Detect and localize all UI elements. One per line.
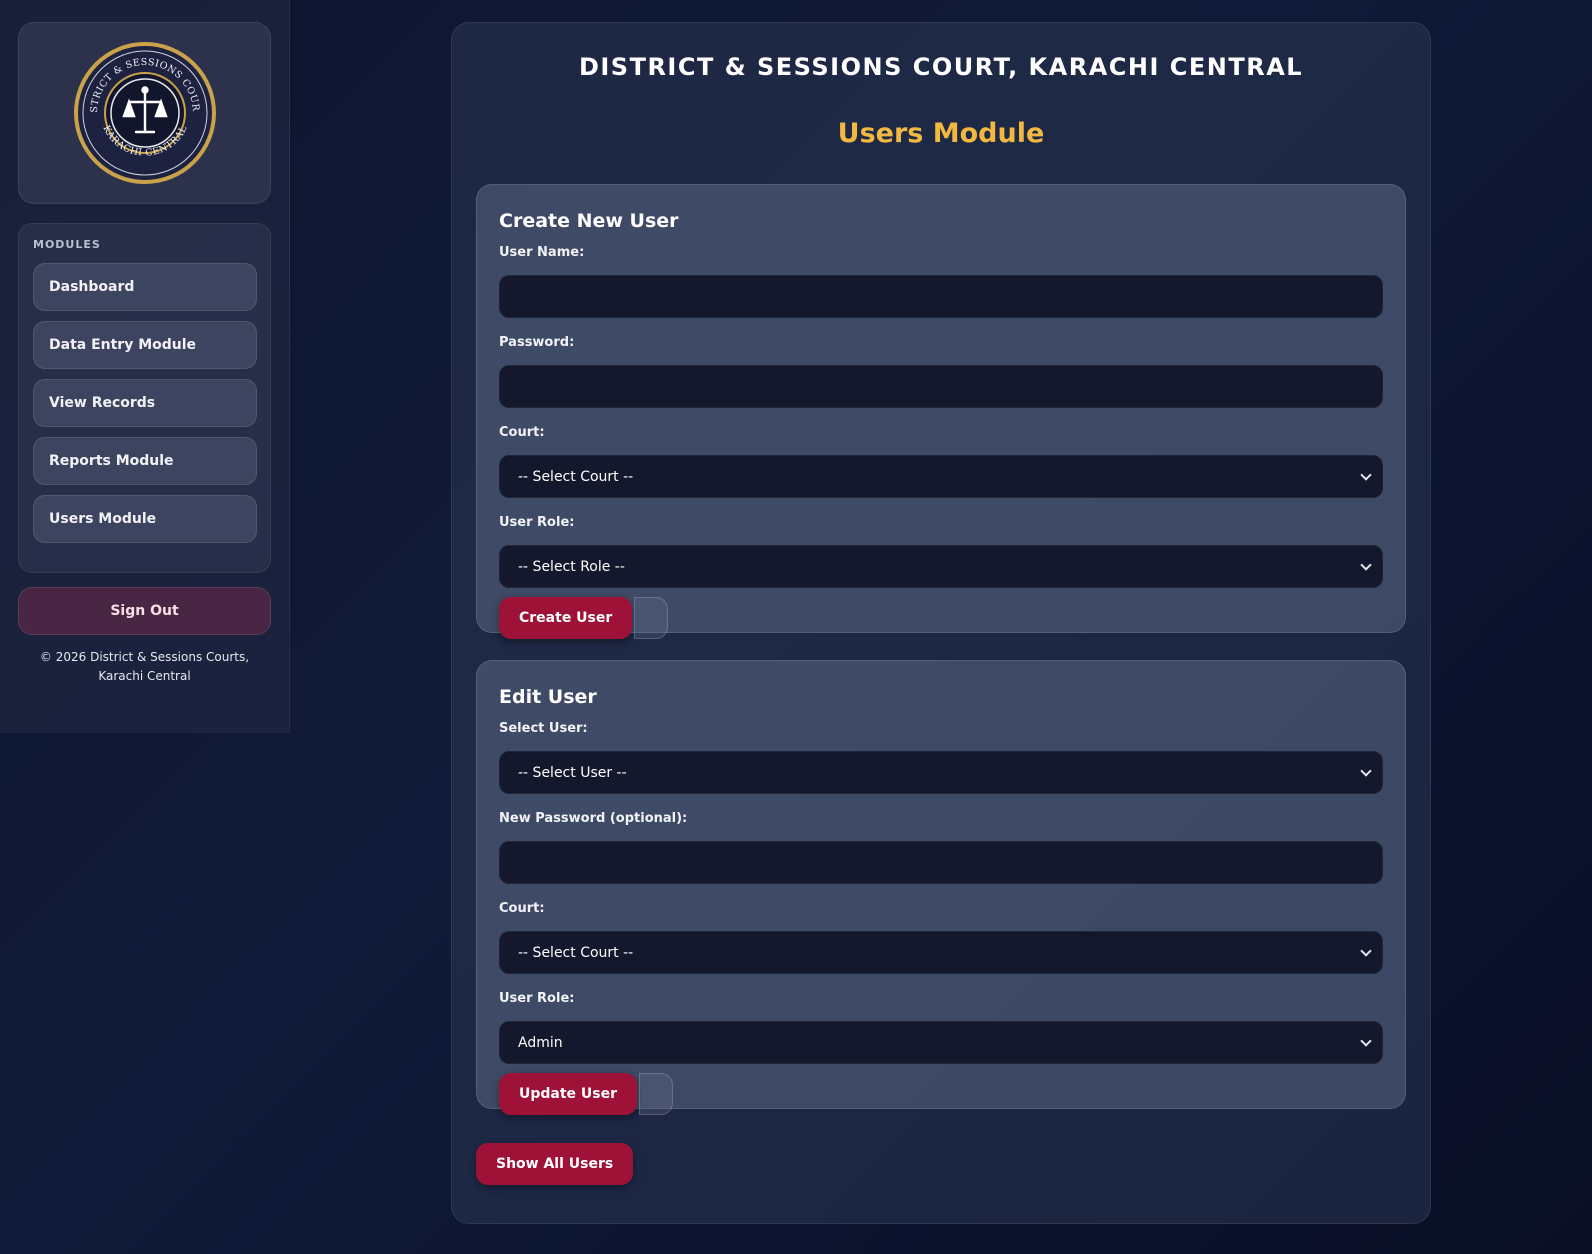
select-user-select[interactable]: -- Select User -- [499, 751, 1383, 794]
create-user-secondary-button[interactable] [634, 597, 669, 639]
modules-nav: MODULES Dashboard Data Entry Module View… [18, 223, 271, 573]
create-user-button[interactable]: Create User [499, 597, 633, 639]
edit-court-label: Court: [499, 901, 545, 916]
edit-court-select[interactable]: -- Select Court -- [499, 931, 1383, 974]
court-select[interactable]: -- Select Court -- [499, 455, 1383, 498]
password-input[interactable] [499, 365, 1383, 408]
court-label: Court: [499, 425, 545, 440]
sidebar-item-data-entry[interactable]: Data Entry Module [33, 321, 257, 369]
select-user-label: Select User: [499, 721, 588, 736]
copyright-text: © 2026 District & Sessions Courts, Karac… [39, 650, 250, 683]
chevron-down-icon [1360, 1035, 1372, 1047]
chevron-down-icon [1360, 945, 1372, 957]
create-user-heading: Create New User [499, 210, 679, 232]
chevron-down-icon [1360, 469, 1372, 481]
sidebar-item-view-records[interactable]: View Records [33, 379, 257, 427]
password-label: Password: [499, 335, 575, 350]
role-select[interactable]: -- Select Role -- [499, 545, 1383, 588]
sidebar-item-users[interactable]: Users Module [33, 495, 257, 543]
court-title: DISTRICT & SESSIONS COURT, KARACHI CENTR… [578, 53, 1304, 81]
main-content: DISTRICT & SESSIONS COURT, KARACHI CENTR… [451, 22, 1431, 1224]
edit-court-select-value: -- Select Court -- [518, 945, 634, 961]
show-all-users-button[interactable]: Show All Users [476, 1143, 634, 1185]
sign-out-button[interactable]: Sign Out [18, 587, 271, 635]
sidebar-item-reports[interactable]: Reports Module [33, 437, 257, 485]
select-user-value: -- Select User -- [518, 765, 627, 781]
edit-user-heading: Edit User [499, 686, 597, 708]
role-select-value: -- Select Role -- [518, 559, 625, 575]
new-password-input[interactable] [499, 841, 1383, 884]
modules-heading: MODULES [33, 238, 101, 251]
sidebar-item-dashboard[interactable]: Dashboard [33, 263, 257, 311]
update-user-secondary-button[interactable] [639, 1073, 674, 1115]
username-input[interactable] [499, 275, 1383, 318]
court-seal-logo: DISTRICT & SESSIONS COURTS KARACHI CENTR… [73, 42, 216, 184]
create-user-panel: Create New User User Name: Password: Cou… [476, 184, 1406, 639]
logo-card: DISTRICT & SESSIONS COURTS KARACHI CENTR… [18, 22, 271, 204]
chevron-down-icon [1360, 765, 1372, 777]
username-label: User Name: [499, 245, 585, 260]
edit-role-select-value: Admin [518, 1035, 563, 1051]
chevron-down-icon [1360, 559, 1372, 571]
new-password-label: New Password (optional): [499, 811, 688, 826]
sidebar: DISTRICT & SESSIONS COURTS KARACHI CENTR… [0, 0, 290, 733]
edit-role-select[interactable]: Admin [499, 1021, 1383, 1064]
role-label: User Role: [499, 515, 575, 530]
page-title: Users Module [837, 118, 1045, 149]
edit-user-panel: Edit User Select User: -- Select User --… [476, 660, 1406, 1115]
court-select-value: -- Select Court -- [518, 469, 634, 485]
edit-role-label: User Role: [499, 991, 575, 1006]
update-user-button[interactable]: Update User [499, 1073, 638, 1115]
